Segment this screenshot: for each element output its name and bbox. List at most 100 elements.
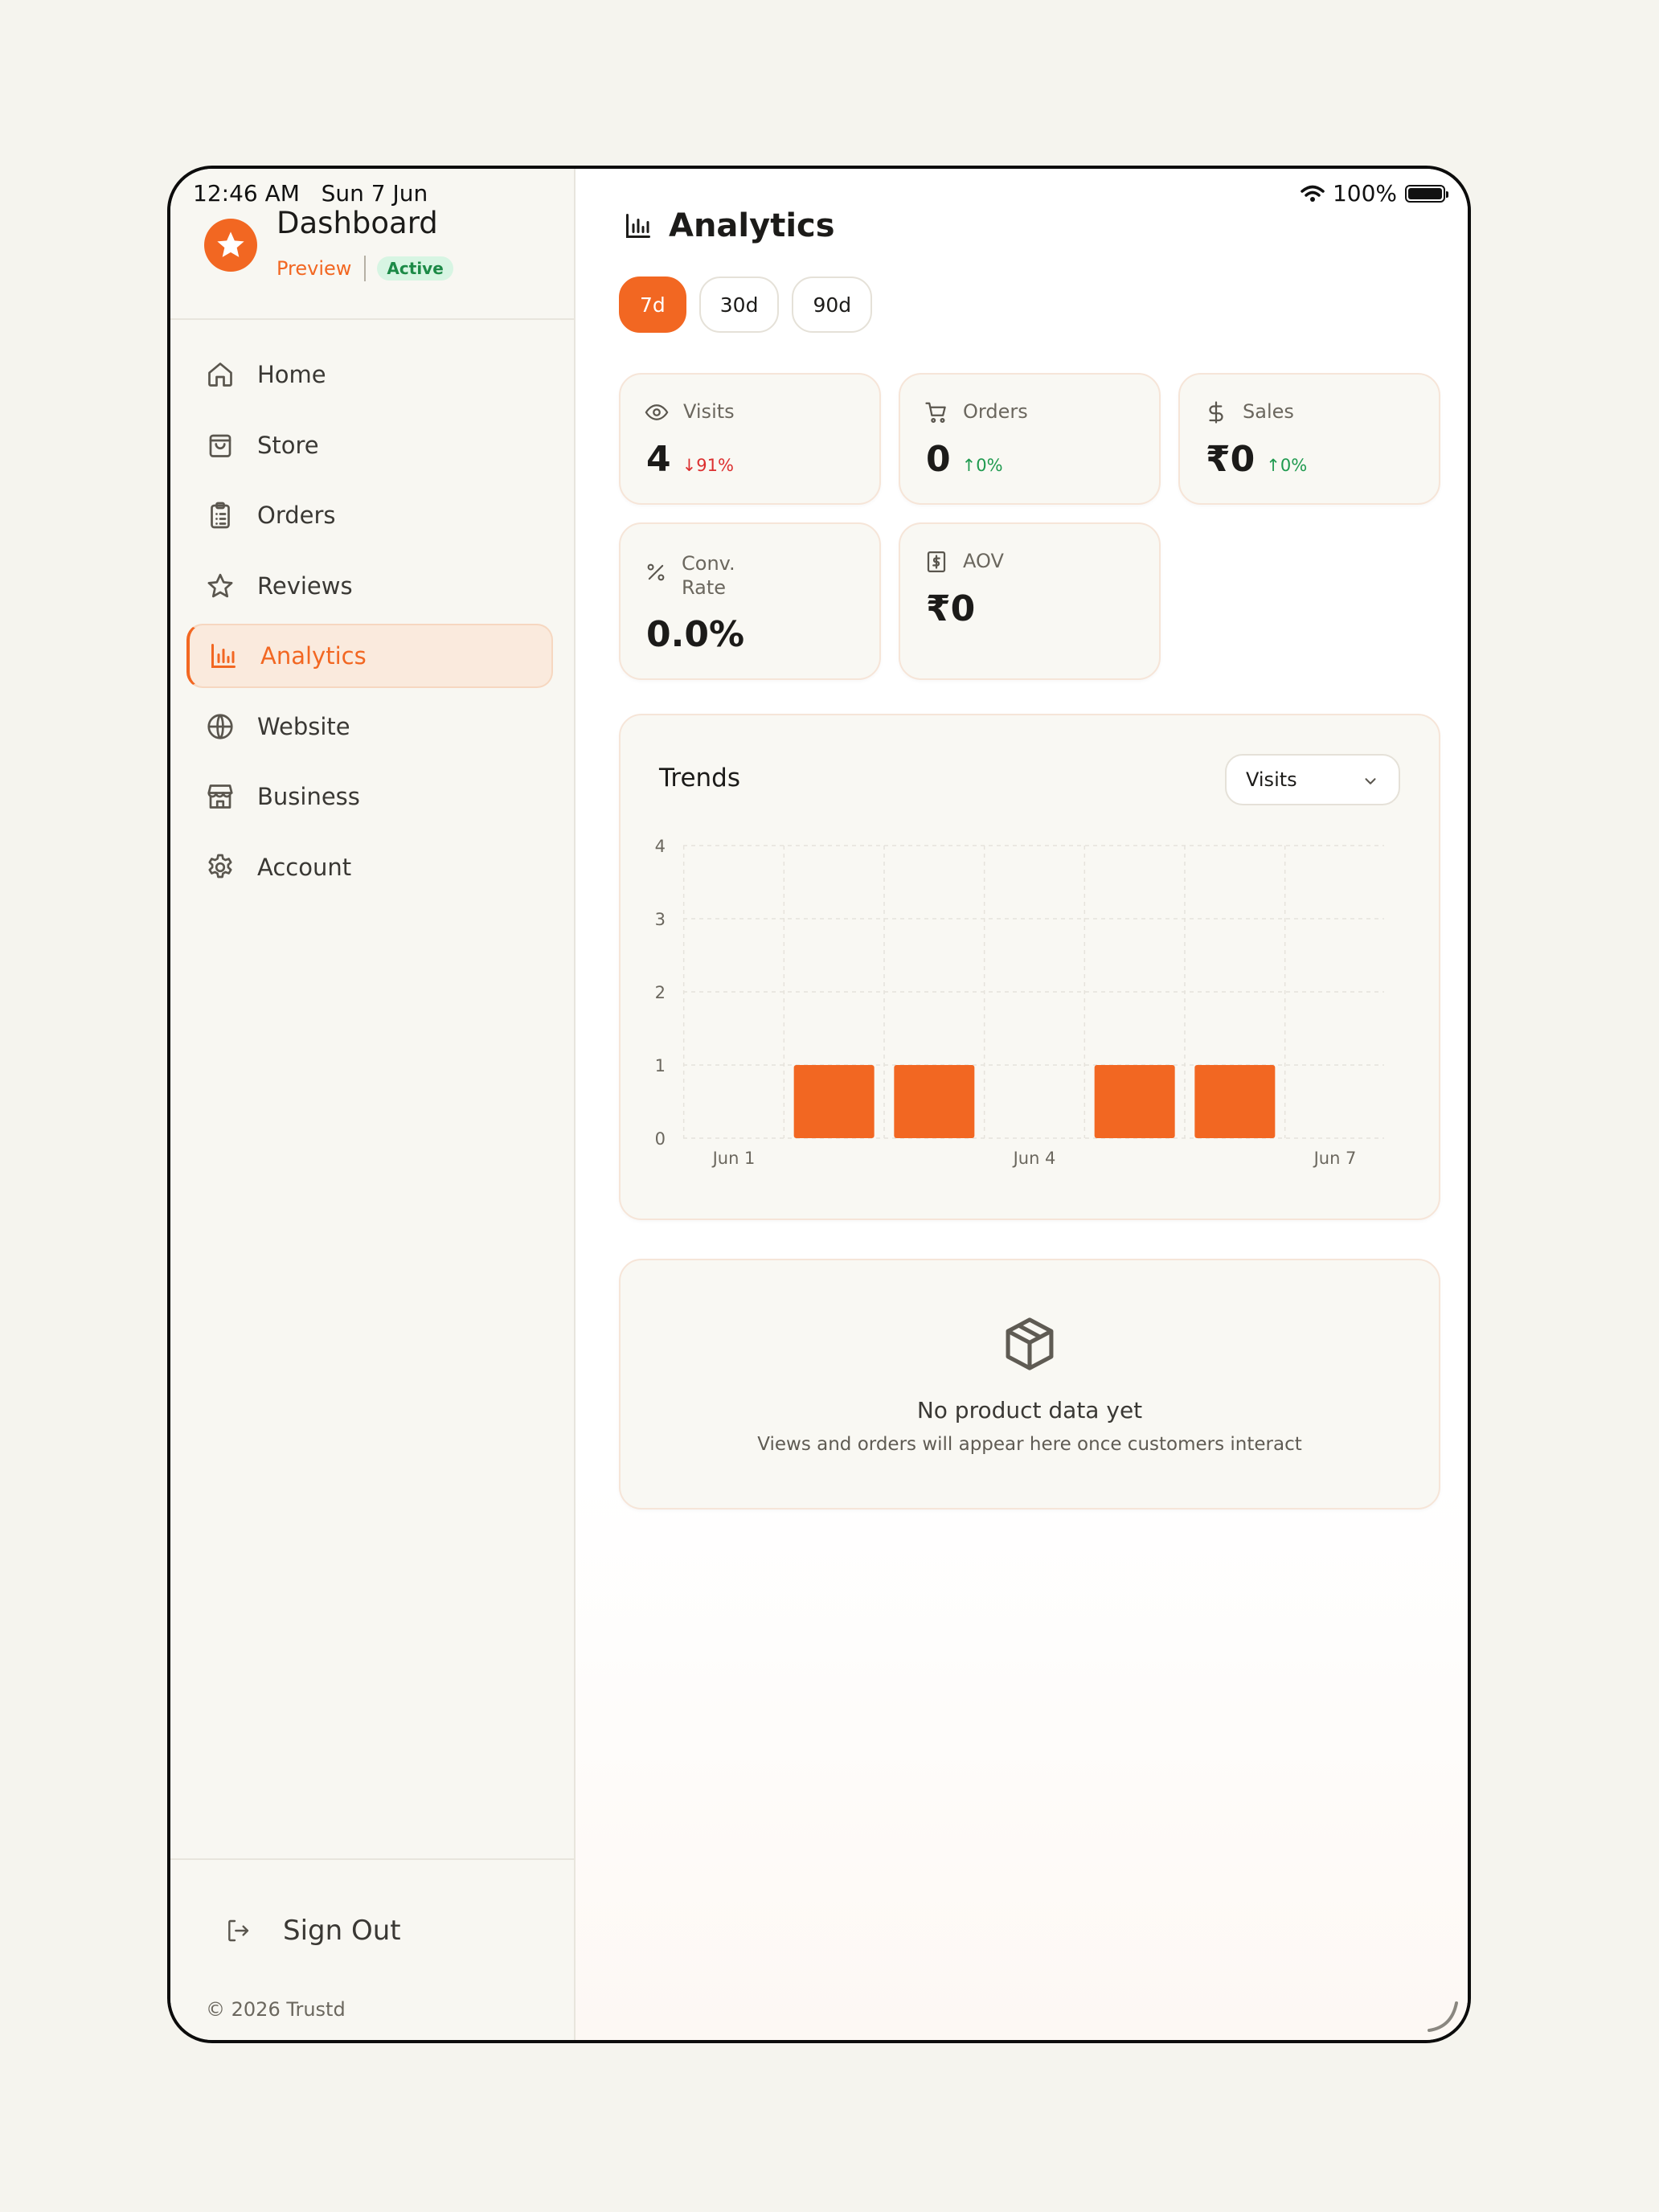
preview-link[interactable]: Preview — [276, 257, 351, 280]
range-tab-30d[interactable]: 30d — [698, 276, 780, 333]
stat-value-visits: 4 ↓91% — [646, 439, 734, 480]
x-tick-label: Jun 7 — [1313, 1149, 1357, 1168]
stat-label-orders: Orders — [924, 400, 1028, 424]
delta-visits: ↓91% — [682, 456, 734, 475]
stat-label-text: Orders — [963, 400, 1028, 423]
sign-out-button[interactable]: Sign Out — [225, 1915, 401, 1947]
globe-icon — [207, 713, 233, 739]
star-icon — [207, 573, 233, 597]
empty-state-description: Views and orders will appear here once c… — [757, 1434, 1302, 1455]
status-bar: 12:46 AM Sun 7 Jun 100% — [170, 169, 1468, 217]
status-time: 12:46 AM Sun 7 Jun — [193, 180, 428, 207]
stat-value-sales: ₹0 ↑0% — [1206, 439, 1307, 480]
stat-value-text: 4 — [646, 439, 671, 480]
sidebar-item-account[interactable]: Account — [170, 835, 574, 899]
device-frame: 12:46 AM Sun 7 Jun 100% Dashboard Previe… — [167, 166, 1471, 2043]
home-icon — [208, 363, 232, 387]
delta-sales: ↑0% — [1266, 456, 1307, 475]
gear-icon — [208, 854, 232, 878]
x-tick-label: Jun 4 — [1012, 1149, 1056, 1168]
dollar-icon — [1209, 401, 1223, 424]
sidebar-item-analytics[interactable]: Analytics — [170, 624, 574, 688]
store-icon — [207, 784, 233, 809]
range-tab-7d[interactable]: 7d — [619, 276, 686, 333]
sidebar: Dashboard Preview Active Home Store Orde… — [170, 169, 576, 2040]
copyright: © 2026 Trustd — [206, 1998, 346, 2021]
product-data-card: No product data yet Views and orders wil… — [619, 1259, 1440, 1509]
status-badge: Active — [377, 256, 453, 281]
delta-text: 0% — [976, 456, 1003, 475]
trends-chart: 0 1 2 3 4 Jun 1 Jun 4 Jun 7 — [655, 837, 1384, 1168]
sidebar-nav: Home Store Orders Reviews Analytics Webs… — [170, 342, 574, 905]
status-clock: 12:46 AM — [193, 180, 300, 207]
package-icon — [1006, 1317, 1054, 1370]
sidebar-divider — [170, 318, 574, 320]
star-logo-icon — [217, 231, 244, 257]
y-tick-label: 3 — [655, 910, 666, 929]
date-range-tabs: 7d 30d 90d — [619, 276, 873, 333]
logout-icon — [228, 1919, 249, 1942]
brand-logo[interactable] — [204, 219, 257, 272]
delta-text: 91% — [696, 456, 734, 475]
clipboard-list-icon — [211, 502, 230, 529]
trends-card: Trends Visits 0 1 2 3 4 Jun 1 Jun 4 Jun 7 — [619, 714, 1440, 1220]
sign-out-label: Sign Out — [283, 1915, 401, 1947]
delta-text: 0% — [1280, 456, 1308, 475]
sidebar-item-website[interactable]: Website — [170, 694, 574, 759]
chart-bar — [1094, 1065, 1175, 1138]
wifi-icon — [1301, 185, 1325, 202]
y-tick-label: 2 — [655, 983, 666, 1002]
sidebar-item-home[interactable]: Home — [170, 342, 574, 407]
range-tab-90d[interactable]: 90d — [792, 276, 873, 333]
stat-label-text: Sales — [1243, 400, 1294, 423]
y-tick-label: 1 — [655, 1056, 666, 1075]
sidebar-item-label: Home — [257, 361, 326, 388]
y-tick-label: 0 — [655, 1129, 666, 1149]
stat-value-conversion: 0.0% — [646, 614, 744, 655]
cart-icon — [925, 402, 946, 423]
arrow-up-icon: ↑ — [1266, 456, 1280, 475]
sidebar-item-store[interactable]: Store — [170, 413, 574, 477]
stat-label-text: AOV — [963, 550, 1004, 572]
chart-bar — [894, 1065, 975, 1138]
x-tick-label: Jun 1 — [711, 1149, 756, 1168]
sidebar-item-orders[interactable]: Orders — [170, 483, 574, 547]
delta-orders: ↑0% — [962, 456, 1003, 475]
stat-card-aov: AOV ₹0 — [899, 522, 1161, 680]
stat-value-text: ₹0 — [1206, 439, 1256, 480]
stat-value-text: ₹0 — [926, 588, 976, 629]
chart-bar — [1194, 1065, 1276, 1138]
resize-handle[interactable] — [1419, 1992, 1468, 2040]
sidebar-item-label: Account — [257, 853, 352, 881]
chart-bar — [793, 1065, 875, 1138]
shopping-bag-icon — [209, 434, 231, 457]
sidebar-item-label: Orders — [257, 502, 336, 529]
sidebar-item-label: Analytics — [260, 642, 367, 670]
stat-value-orders: 0 ↑0% — [926, 439, 1003, 480]
sidebar-item-label: Website — [257, 712, 350, 740]
stat-card-visits: Visits 4 ↓91% — [619, 373, 881, 505]
stat-card-conversion: Conv. Rate 0.0% — [619, 522, 881, 680]
eye-icon — [645, 404, 669, 420]
arrow-up-icon: ↑ — [961, 456, 977, 475]
stat-value-text: 0 — [926, 439, 951, 480]
sidebar-item-label: Business — [257, 783, 360, 810]
sidebar-bottom-divider — [170, 1858, 574, 1860]
stat-label-visits: Visits — [645, 400, 735, 424]
bar-chart-icon — [211, 644, 236, 668]
sidebar-item-reviews[interactable]: Reviews — [170, 554, 574, 618]
sidebar-item-business[interactable]: Business — [170, 764, 574, 829]
battery-icon — [1405, 184, 1448, 203]
stat-label-text: Conv. Rate — [682, 551, 735, 600]
status-date: Sun 7 Jun — [321, 180, 428, 207]
main-content: Analytics 7d 30d 90d Visits 4 ↓91% Order… — [576, 169, 1468, 2040]
receipt-icon — [927, 551, 946, 572]
stat-label-text: Visits — [683, 400, 735, 423]
label-line-2: Rate — [682, 576, 727, 599]
empty-state-title: No product data yet — [916, 1397, 1143, 1423]
y-tick-label: 4 — [655, 837, 666, 856]
sidebar-item-label: Reviews — [257, 571, 353, 600]
label-line-1: Conv. — [682, 552, 735, 575]
percent-icon — [647, 563, 665, 581]
brand-meta: Preview Active — [276, 256, 453, 281]
